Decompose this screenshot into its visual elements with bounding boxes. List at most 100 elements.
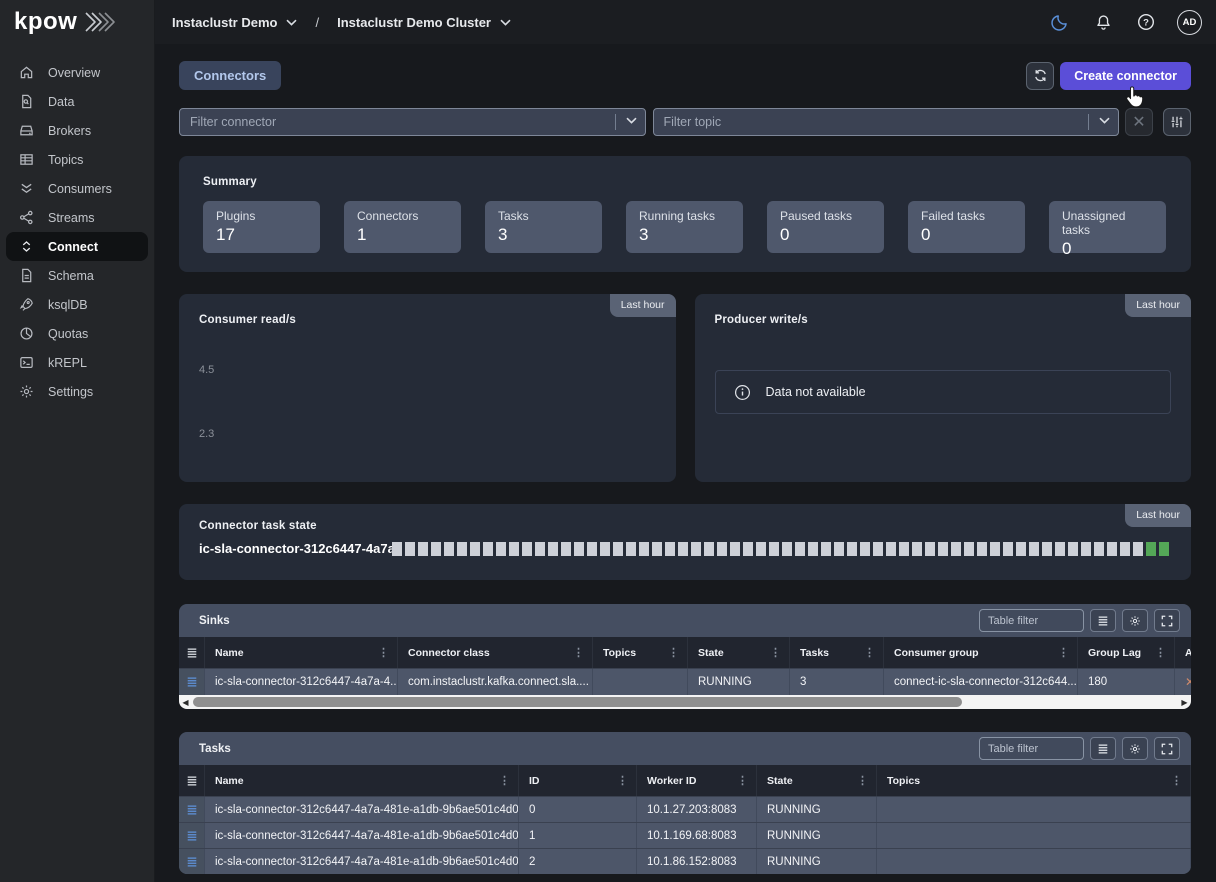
cell-consumer-group: connect-ic-sla-connector-312c644... (884, 669, 1078, 695)
column-menu-icon[interactable] (862, 646, 877, 659)
sidebar-item-label: Schema (48, 269, 94, 283)
refresh-button[interactable] (1026, 62, 1054, 90)
tasks-rows-button[interactable] (1090, 737, 1116, 760)
create-connector-button[interactable]: Create connector (1060, 62, 1191, 90)
sidebar-item-data[interactable]: Data (0, 87, 154, 116)
last-hour-badge: Last hour (1125, 294, 1191, 317)
scroll-right-icon[interactable]: ▶ (1178, 695, 1191, 709)
column-menu-icon[interactable] (1056, 646, 1071, 659)
task-state-square (1159, 542, 1169, 556)
avatar[interactable]: AD (1177, 10, 1202, 35)
column-menu-icon[interactable] (1153, 646, 1168, 659)
column-menu-icon[interactable] (497, 774, 512, 787)
producer-write-chart-card: Last hour Producer write/s Data not avai… (695, 294, 1192, 482)
tasks-expand-button[interactable] (1154, 737, 1180, 760)
column-header-state[interactable]: State (688, 637, 790, 668)
cell-state: RUNNING (757, 797, 877, 822)
column-header-id[interactable]: ID (519, 765, 637, 796)
column-header-connector-class[interactable]: Connector class (398, 637, 593, 668)
cell-worker-id: 10.1.27.203:8083 (637, 797, 757, 822)
row-menu-icon[interactable] (179, 797, 205, 822)
notifications-button[interactable] (1090, 9, 1116, 35)
terminal-icon (18, 355, 34, 371)
advanced-filters-button[interactable] (1163, 108, 1191, 136)
clear-filters-button[interactable] (1125, 108, 1153, 136)
tasks-table-row[interactable]: ic-sla-connector-312c6447-4a7a-481e-a1db… (179, 822, 1191, 848)
horizontal-scrollbar[interactable]: ◀ ▶ (179, 695, 1191, 709)
sinks-rows-button[interactable] (1090, 609, 1116, 632)
tasks-settings-button[interactable] (1122, 737, 1148, 760)
sidebar-item-overview[interactable]: Overview (0, 58, 154, 87)
scroll-left-icon[interactable]: ◀ (179, 695, 192, 709)
task-state-square (925, 542, 935, 556)
sidebar-item-label: ksqlDB (48, 298, 88, 312)
filter-topic-select (653, 108, 1120, 136)
column-menu-icon[interactable] (1169, 774, 1184, 787)
sidebar-item-label: kREPL (48, 356, 87, 370)
sinks-table-filter-input[interactable] (979, 609, 1084, 632)
column-header-topics[interactable]: Topics (593, 637, 688, 668)
rows-icon[interactable] (179, 765, 205, 796)
environment-selector[interactable]: Instaclustr Demo (172, 15, 297, 30)
column-header-name[interactable]: Name (205, 765, 519, 796)
tab-connectors[interactable]: Connectors (179, 61, 281, 90)
filter-topic-input[interactable] (653, 108, 1120, 136)
row-menu-icon[interactable] (179, 849, 205, 874)
tasks-table-row[interactable]: ic-sla-connector-312c6447-4a7a-481e-a1db… (179, 796, 1191, 822)
sidebar-item-settings[interactable]: Settings (0, 377, 154, 406)
column-menu-icon[interactable] (571, 646, 586, 659)
sinks-expand-button[interactable] (1154, 609, 1180, 632)
column-header-state[interactable]: State (757, 765, 877, 796)
stat-value: 0 (921, 225, 1012, 245)
rows-icon[interactable] (179, 637, 205, 668)
row-menu-icon[interactable] (179, 823, 205, 848)
column-menu-icon[interactable] (855, 774, 870, 787)
sidebar-item-streams[interactable]: Streams (0, 203, 154, 232)
dark-mode-toggle[interactable] (1047, 9, 1073, 35)
stat-value: 3 (639, 225, 730, 245)
column-header-consumer-group[interactable]: Consumer group (884, 637, 1078, 668)
cluster-selector[interactable]: Instaclustr Demo Cluster (337, 15, 511, 30)
sidebar-item-krepl[interactable]: kREPL (0, 348, 154, 377)
summary-card: Summary Plugins 17 Connectors 1 Tasks 3 (179, 156, 1191, 272)
info-icon (734, 384, 751, 401)
sidebar-item-schema[interactable]: Schema (0, 261, 154, 290)
column-menu-icon[interactable] (666, 646, 681, 659)
task-state-square (600, 542, 610, 556)
column-header-group-lag[interactable]: Group Lag (1078, 637, 1175, 668)
column-header-topics[interactable]: Topics (877, 765, 1191, 796)
filter-connector-input[interactable] (179, 108, 646, 136)
column-header-tasks[interactable]: Tasks (790, 637, 884, 668)
sidebar-item-consumers[interactable]: Consumers (0, 174, 154, 203)
chevron-down-icon[interactable] (1099, 117, 1110, 124)
chevron-down-icon[interactable] (626, 117, 637, 124)
sidebar-item-quotas[interactable]: Quotas (0, 319, 154, 348)
stat-label: Tasks (498, 209, 589, 223)
help-icon: ? (1137, 13, 1155, 31)
sidebar: kpow Overview Data Brokers (0, 0, 155, 882)
column-menu-icon[interactable] (768, 646, 783, 659)
help-button[interactable]: ? (1133, 9, 1159, 35)
column-menu-icon[interactable] (376, 646, 391, 659)
tasks-table-row[interactable]: ic-sla-connector-312c6447-4a7a-481e-a1db… (179, 848, 1191, 874)
scrollbar-thumb[interactable] (193, 697, 962, 707)
sidebar-item-ksqldb[interactable]: ksqlDB (0, 290, 154, 319)
sidebar-item-topics[interactable]: Topics (0, 145, 154, 174)
column-menu-icon[interactable] (735, 774, 750, 787)
sinks-panel: Sinks Name Connector class Topics State … (179, 604, 1191, 709)
column-header-worker-id[interactable]: Worker ID (637, 765, 757, 796)
tasks-table-filter-input[interactable] (979, 737, 1084, 760)
tasks-header-row: Name ID Worker ID State Topics (179, 765, 1191, 796)
share-icon (18, 210, 34, 226)
row-menu-icon[interactable] (179, 669, 205, 695)
column-header-name[interactable]: Name (205, 637, 398, 668)
column-menu-icon[interactable] (615, 774, 630, 787)
logo[interactable]: kpow (0, 0, 154, 44)
sidebar-item-brokers[interactable]: Brokers (0, 116, 154, 145)
connect-page: Connectors Create connector (155, 44, 1216, 882)
sinks-table-row[interactable]: ic-sla-connector-312c6447-4a7a-4... com.… (179, 668, 1191, 695)
cell-topics (877, 849, 1191, 874)
sinks-settings-button[interactable] (1122, 609, 1148, 632)
sidebar-item-connect[interactable]: Connect (6, 232, 148, 261)
column-header-clipped[interactable]: Au (1175, 637, 1191, 668)
